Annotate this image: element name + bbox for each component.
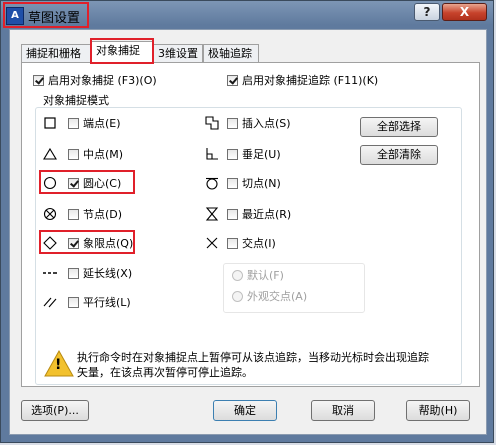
warning-text: 执行命令时在对象捕捉点上暂停可从该点追踪，当移动光标时会出现追踪矢量，在该点再次… xyxy=(77,351,429,379)
apparent-intersection-radio[interactable] xyxy=(232,291,243,302)
clear-all-button[interactable]: 全部清除 xyxy=(360,145,438,165)
parallel-checkbox[interactable] xyxy=(68,297,79,308)
nearest-checkbox[interactable] xyxy=(227,209,238,220)
tab-3d-settings[interactable]: 3维设置 xyxy=(153,44,203,62)
midpoint-checkbox[interactable] xyxy=(68,149,79,160)
title-highlight-box xyxy=(3,2,89,28)
triangle-midpoint-icon xyxy=(43,147,57,160)
insert-label: 插入点(S) xyxy=(242,117,291,130)
intersection-label: 交点(I) xyxy=(242,237,276,250)
close-button[interactable]: X xyxy=(442,3,487,21)
parallel-icon xyxy=(43,297,57,308)
options-button[interactable]: 选项(P)... xyxy=(21,400,89,421)
extension-checkbox[interactable] xyxy=(68,268,79,279)
center-highlight-box xyxy=(39,170,135,194)
perpendicular-checkbox[interactable] xyxy=(227,149,238,160)
warning-exclamation: ! xyxy=(55,357,62,373)
title-bar[interactable]: A 草图设置 ? X xyxy=(1,1,495,29)
cancel-button[interactable]: 取消 xyxy=(311,400,375,421)
dialog-client: 捕捉和栅格 对象捕捉 3维设置 极轴追踪 启用对象捕捉 (F3)(O) 启用对象… xyxy=(9,29,487,435)
apparent-radio-label: 外观交点(A) xyxy=(247,290,308,303)
square-endpoint-icon xyxy=(44,117,56,129)
tangent-label: 切点(N) xyxy=(242,177,281,190)
tab-snap-grid[interactable]: 捕捉和栅格 xyxy=(21,44,91,62)
apparent-radio-group xyxy=(223,263,365,313)
snap-modes-title: 对象捕捉模式 xyxy=(41,94,111,107)
insert-icon xyxy=(205,116,219,130)
node-label: 节点(D) xyxy=(83,208,123,221)
tangent-checkbox[interactable] xyxy=(227,178,238,189)
perpendicular-label: 垂足(U) xyxy=(242,148,281,161)
intersection-icon xyxy=(206,237,218,249)
default-radio[interactable] xyxy=(232,270,243,281)
tab-highlight-box xyxy=(90,38,154,64)
enable-tracking-checkbox[interactable] xyxy=(227,75,238,86)
enable-tracking-label: 启用对象捕捉追踪 (F11)(K) xyxy=(242,74,379,87)
select-all-button[interactable]: 全部选择 xyxy=(360,117,438,137)
node-checkbox[interactable] xyxy=(68,209,79,220)
tab-polar-tracking[interactable]: 极轴追踪 xyxy=(203,44,259,62)
perpendicular-icon xyxy=(206,148,218,160)
intersection-checkbox[interactable] xyxy=(227,238,238,249)
enable-snap-label: 启用对象捕捉 (F3)(O) xyxy=(48,74,157,87)
enable-snap-checkbox[interactable] xyxy=(33,75,44,86)
quadrant-highlight-box xyxy=(39,230,135,254)
insert-checkbox[interactable] xyxy=(227,118,238,129)
help-button[interactable]: 帮助(H) xyxy=(406,400,470,421)
nearest-label: 最近点(R) xyxy=(242,208,292,221)
midpoint-label: 中点(M) xyxy=(83,148,124,161)
dialog-window: A 草图设置 ? X 捕捉和栅格 对象捕捉 3维设置 极轴追踪 启用对象捕捉 (… xyxy=(0,0,494,443)
nearest-icon xyxy=(205,207,219,221)
default-radio-label: 默认(F) xyxy=(247,269,284,282)
extension-label: 延长线(X) xyxy=(83,267,133,280)
help-title-button[interactable]: ? xyxy=(414,3,440,21)
tangent-icon xyxy=(206,177,218,190)
node-icon xyxy=(43,207,57,221)
ok-button[interactable]: 确定 xyxy=(213,400,277,421)
object-snap-panel: 启用对象捕捉 (F3)(O) 启用对象捕捉追踪 (F11)(K) 对象捕捉模式 … xyxy=(21,62,480,387)
parallel-label: 平行线(L) xyxy=(83,296,131,309)
extension-icon xyxy=(43,272,57,274)
endpoint-label: 端点(E) xyxy=(83,117,121,130)
endpoint-checkbox[interactable] xyxy=(68,118,79,129)
